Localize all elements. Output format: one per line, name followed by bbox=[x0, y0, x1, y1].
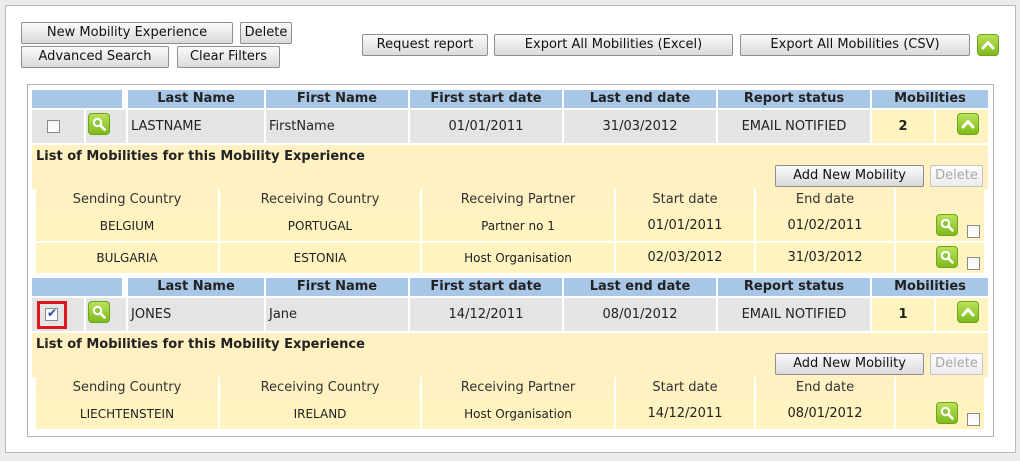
export-excel-button[interactable]: Export All Mobilities (Excel) bbox=[494, 34, 733, 56]
end-date-cell: 01/02/2011 bbox=[756, 211, 894, 241]
start-date-cell: 01/01/2011 bbox=[616, 211, 754, 241]
first-name-cell: Jane bbox=[266, 298, 408, 331]
new-mobility-experience-button[interactable]: New Mobility Experience bbox=[21, 22, 233, 44]
col-first-start-date: First start date bbox=[410, 90, 562, 108]
last-name-cell: LASTNAME bbox=[128, 110, 264, 143]
chevron-up-icon bbox=[961, 308, 975, 317]
view-mobility-button[interactable] bbox=[936, 402, 958, 424]
receiving-country-cell: ESTONIA bbox=[220, 243, 420, 273]
export-csv-button[interactable]: Export All Mobilities (CSV) bbox=[740, 34, 970, 56]
sending-country-cell: BELGIUM bbox=[36, 211, 218, 241]
col-mobilities: Mobilities bbox=[872, 278, 988, 296]
start-date-cell: 14/12/2011 bbox=[616, 399, 754, 429]
col-first-start-date: First start date bbox=[410, 278, 562, 296]
col-first-name: First Name bbox=[266, 90, 408, 108]
mobilities-list-title: List of Mobilities for this Mobility Exp… bbox=[36, 149, 365, 164]
mobilities-count: 1 bbox=[872, 298, 934, 331]
last-end-date-cell: 08/01/2012 bbox=[564, 298, 716, 331]
receiving-country-cell: PORTUGAL bbox=[220, 211, 420, 241]
magnifier-icon bbox=[92, 117, 106, 131]
subcol-actions bbox=[896, 189, 984, 211]
subcol-start-date: Start date bbox=[616, 189, 754, 211]
view-mobility-button[interactable] bbox=[936, 214, 958, 236]
delete-button[interactable]: Delete bbox=[240, 22, 292, 44]
magnifier-icon bbox=[939, 250, 954, 264]
subcol-receiving-country: Receiving Country bbox=[220, 377, 420, 399]
receiving-partner-cell: Host Organisation bbox=[422, 399, 614, 429]
mobilities-count: 2 bbox=[872, 110, 934, 143]
subcol-end-date: End date bbox=[756, 377, 894, 399]
col-last-name: Last Name bbox=[128, 278, 264, 296]
header-blank-cell bbox=[32, 278, 122, 296]
report-status-cell: EMAIL NOTIFIED bbox=[718, 110, 870, 143]
subcol-receiving-country: Receiving Country bbox=[220, 189, 420, 211]
last-end-date-cell: 31/03/2012 bbox=[564, 110, 716, 143]
select-mobility-checkbox[interactable] bbox=[967, 413, 980, 426]
view-experience-button[interactable] bbox=[88, 301, 110, 323]
col-last-name: Last Name bbox=[128, 90, 264, 108]
col-mobilities: Mobilities bbox=[872, 90, 988, 108]
end-date-cell: 08/01/2012 bbox=[756, 399, 894, 429]
subcol-receiving-partner: Receiving Partner bbox=[422, 189, 614, 211]
subcol-sending-country: Sending Country bbox=[36, 189, 218, 211]
delete-mobility-button[interactable]: Delete bbox=[930, 353, 983, 375]
first-name-cell: FirstName bbox=[266, 110, 408, 143]
receiving-country-cell: IRELAND bbox=[220, 399, 420, 429]
clear-filters-button[interactable]: Clear Filters bbox=[177, 46, 280, 68]
sending-country-cell: BULGARIA bbox=[36, 243, 218, 273]
collapse-experience-button[interactable] bbox=[957, 301, 979, 323]
advanced-search-button[interactable]: Advanced Search bbox=[21, 46, 169, 68]
receiving-partner-cell: Partner no 1 bbox=[422, 211, 614, 241]
subcol-sending-country: Sending Country bbox=[36, 377, 218, 399]
subcol-actions bbox=[896, 377, 984, 399]
select-checkbox[interactable] bbox=[45, 306, 58, 321]
col-last-end-date: Last end date bbox=[564, 90, 716, 108]
col-first-name: First Name bbox=[266, 278, 408, 296]
subcol-start-date: Start date bbox=[616, 377, 754, 399]
chevron-up-icon bbox=[961, 120, 975, 129]
view-mobility-button[interactable] bbox=[936, 246, 958, 268]
request-report-button[interactable]: Request report bbox=[362, 34, 488, 56]
col-report-status: Report status bbox=[718, 278, 870, 296]
delete-mobility-button[interactable]: Delete bbox=[930, 165, 983, 187]
magnifier-icon bbox=[939, 405, 954, 420]
collapse-experience-button[interactable] bbox=[957, 113, 979, 135]
last-name-cell: JONES bbox=[128, 298, 264, 331]
magnifier-icon bbox=[939, 218, 954, 232]
header-blank-cell bbox=[32, 90, 122, 108]
end-date-cell: 31/03/2012 bbox=[756, 243, 894, 273]
subcol-end-date: End date bbox=[756, 189, 894, 211]
chevron-up-icon bbox=[981, 41, 995, 50]
collapse-toolbar-button[interactable] bbox=[977, 34, 999, 56]
sending-country-cell: LIECHTENSTEIN bbox=[36, 399, 218, 429]
first-start-date-cell: 01/01/2011 bbox=[410, 110, 562, 143]
magnifier-icon bbox=[92, 304, 106, 319]
view-experience-button[interactable] bbox=[88, 113, 110, 135]
start-date-cell: 02/03/2012 bbox=[616, 243, 754, 273]
mobility-experience-table: Last Name First Name First start date La… bbox=[27, 84, 994, 437]
receiving-partner-cell: Host Organisation bbox=[422, 243, 614, 273]
report-status-cell: EMAIL NOTIFIED bbox=[718, 298, 870, 331]
col-report-status: Report status bbox=[718, 90, 870, 108]
mobilities-list-title: List of Mobilities for this Mobility Exp… bbox=[36, 337, 365, 352]
first-start-date-cell: 14/12/2011 bbox=[410, 298, 562, 331]
add-new-mobility-button[interactable]: Add New Mobility bbox=[775, 353, 924, 375]
select-checkbox[interactable] bbox=[47, 120, 60, 133]
select-mobility-checkbox[interactable] bbox=[967, 225, 980, 238]
add-new-mobility-button[interactable]: Add New Mobility bbox=[775, 165, 924, 187]
col-last-end-date: Last end date bbox=[564, 278, 716, 296]
subcol-receiving-partner: Receiving Partner bbox=[422, 377, 614, 399]
select-mobility-checkbox[interactable] bbox=[967, 257, 980, 270]
